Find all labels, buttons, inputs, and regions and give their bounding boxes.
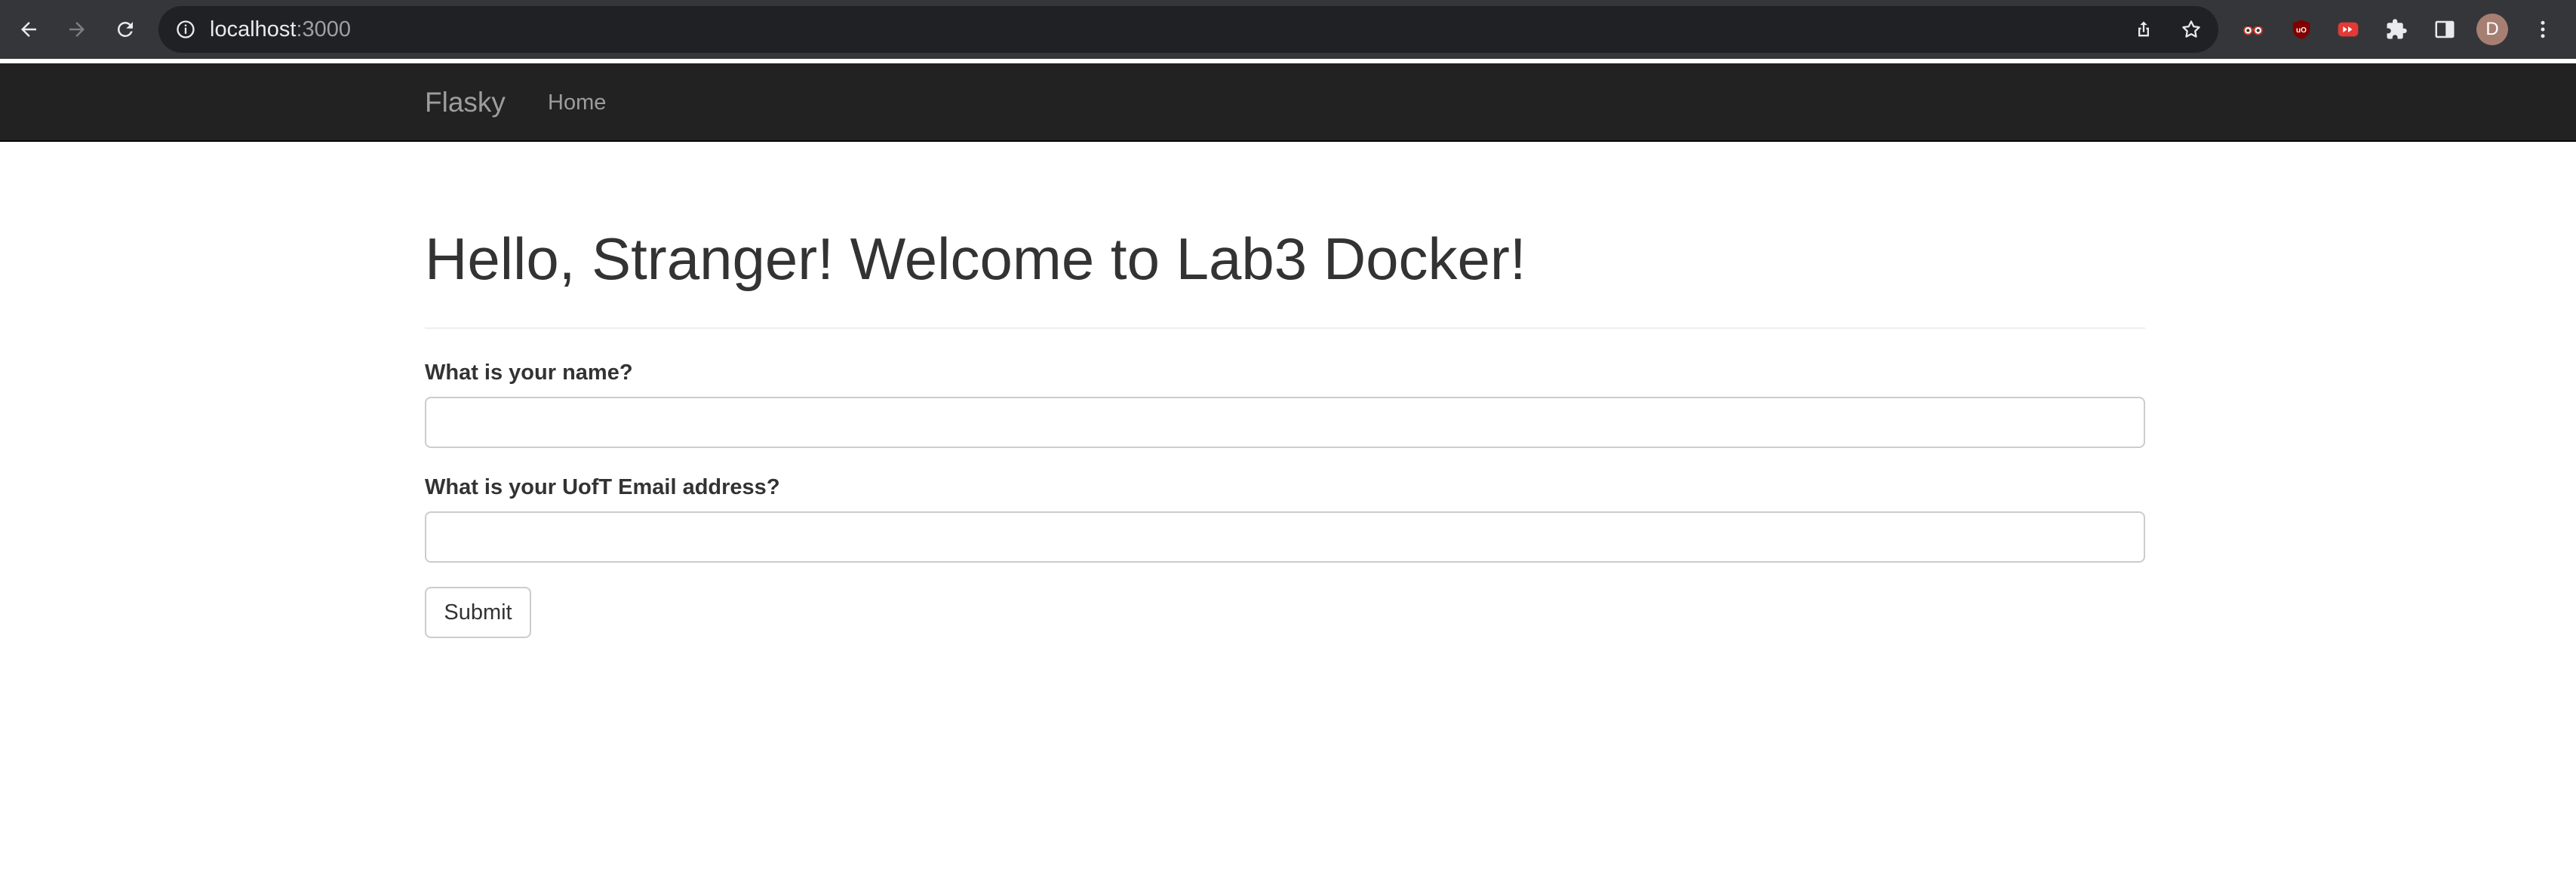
forward-button[interactable] [60,13,94,46]
browser-toolbar: localhost:3000 uO D [0,0,2576,59]
arrow-right-icon [69,22,85,37]
kebab-menu-icon [2541,20,2545,38]
side-panel-icon [2435,20,2455,38]
url-host: localhost [210,17,297,41]
extension-ublock[interactable]: uO [2288,16,2315,43]
extensions-button[interactable] [2383,16,2410,43]
submit-button[interactable]: Submit [425,587,531,638]
url-port: :3000 [296,17,352,41]
address-bar[interactable]: localhost:3000 [158,6,2218,53]
reload-icon [117,21,133,37]
email-form-group: What is your UofT Email address? [425,474,2145,563]
page-title: Hello, Stranger! Welcome to Lab3 Docker! [425,226,1526,292]
extension-glasses[interactable] [2239,16,2267,43]
page-header: Hello, Stranger! Welcome to Lab3 Docker! [425,229,2145,329]
back-button[interactable] [12,13,45,46]
share-icon [2138,21,2149,37]
side-panel-button[interactable] [2431,16,2458,43]
share-button[interactable] [2130,16,2157,43]
ublock-icon: uO [2292,20,2310,39]
user-form: What is your name? What is your UofT Ema… [425,359,2145,638]
email-label: What is your UofT Email address? [425,475,780,499]
glasses-icon [2243,24,2263,35]
reload-button[interactable] [109,13,142,46]
nav-item-home[interactable]: Home [548,63,606,142]
star-icon [2182,20,2200,38]
svg-text:uO: uO [2296,26,2307,35]
info-icon[interactable] [175,19,196,40]
arrow-left-icon [21,22,36,37]
fast-forward-icon [2338,22,2359,37]
navbar-brand[interactable]: Flasky [425,63,506,142]
name-form-group: What is your name? [425,359,2145,448]
email-input[interactable] [425,511,2145,563]
navbar: Flasky Home [0,63,2576,142]
browser-menu-button[interactable] [2529,16,2556,43]
main-content: Hello, Stranger! Welcome to Lab3 Docker!… [425,142,2145,638]
name-input[interactable] [425,397,2145,448]
puzzle-icon [2387,19,2407,39]
profile-avatar[interactable]: D [2476,14,2508,45]
extension-fast-forward[interactable] [2335,16,2362,43]
name-label: What is your name? [425,361,633,385]
url-text[interactable]: localhost:3000 [210,6,351,53]
bookmark-button[interactable] [2178,16,2205,43]
